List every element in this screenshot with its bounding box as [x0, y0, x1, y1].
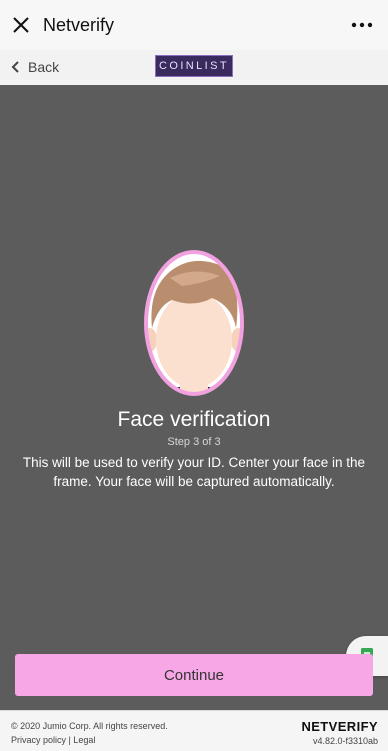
description-text: This will be used to verify your ID. Cen… — [22, 455, 366, 489]
chevron-left-icon — [11, 61, 19, 73]
legal-link[interactable]: Legal — [73, 735, 95, 745]
footer-links: Privacy policy | Legal — [11, 735, 95, 745]
face-illustration — [142, 248, 246, 398]
link-separator: | — [68, 735, 71, 745]
brand-logo: COINLIST — [155, 55, 233, 77]
continue-button[interactable]: Continue — [15, 654, 373, 696]
page-title: Face verification — [117, 408, 271, 431]
brand-name: NETVERIFY — [301, 719, 378, 734]
footer: © 2020 Jumio Corp. All rights reserved. … — [0, 710, 388, 751]
version-label: v4.82.0-f3310ab — [312, 736, 378, 746]
more-vert-icon[interactable] — [350, 15, 374, 35]
app-title: Netverify — [43, 14, 115, 35]
app-bar: Netverify — [0, 0, 388, 51]
back-label: Back — [28, 59, 60, 75]
privacy-policy-link[interactable]: Privacy policy — [11, 735, 66, 745]
back-button[interactable]: Back — [10, 57, 59, 77]
copyright-text: © 2020 Jumio Corp. All rights reserved. — [11, 721, 168, 731]
step-indicator: Step 3 of 3 — [167, 436, 221, 448]
close-icon[interactable] — [11, 15, 31, 35]
